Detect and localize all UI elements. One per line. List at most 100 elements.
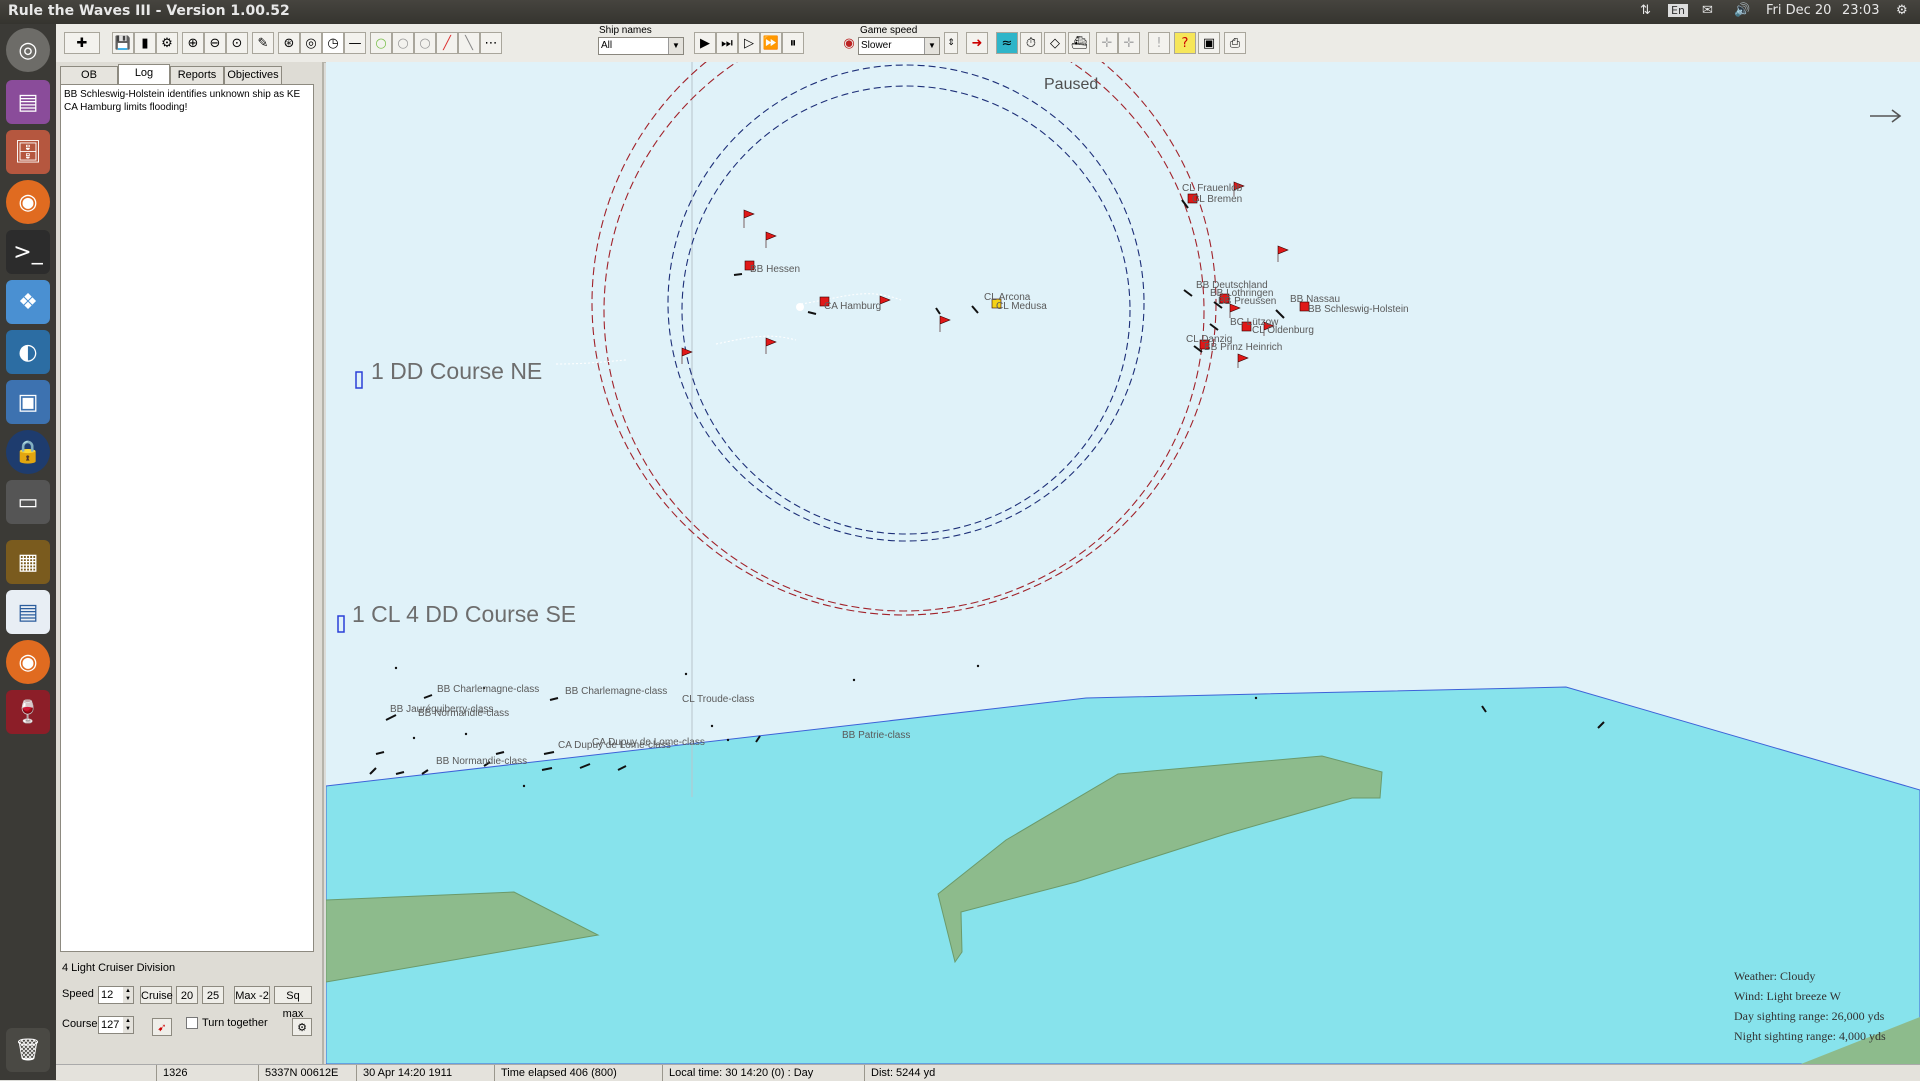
ship-flag[interactable] [681,347,693,364]
system-date[interactable]: Fri Dec 20 [1766,3,1831,18]
network-icon[interactable]: ⇅ [1640,3,1651,18]
compass-icon[interactable]: ◎ [300,32,322,54]
eraser-icon[interactable]: ◇ [1044,32,1066,54]
paused-indicator: Paused [1044,76,1099,93]
help-icon[interactable]: ? [1174,32,1196,54]
virtualbox-icon[interactable]: ▣ [6,380,50,424]
turn-together-checkbox[interactable] [186,1017,198,1029]
ship-names-select[interactable]: All ▼ [598,37,684,55]
ship-flag[interactable] [1277,245,1289,262]
zoom-in-icon[interactable]: ⊕ [182,32,204,54]
tab-log[interactable]: Log [118,64,170,85]
line-icon[interactable]: — [344,32,366,54]
ship-flag[interactable] [765,231,777,248]
clock-icon[interactable]: ◷ [322,32,344,54]
circle-icon[interactable]: ○ [414,32,436,54]
dosbox-icon[interactable]: ▦ [6,540,50,584]
course-stepper[interactable]: 127 ▲ ▼ [98,1016,134,1034]
ship-silhouettes [369,199,1605,775]
fast-forward-icon[interactable]: ⏩ [760,32,782,54]
course-pointer-icon[interactable]: ➹ [152,1018,172,1036]
terminal-icon[interactable]: >_ [6,230,50,274]
ship-label: BB Preussen [1218,296,1276,307]
save-icon[interactable]: 💾 [112,32,134,54]
ship-flag[interactable] [939,315,951,332]
gear-icon[interactable]: ⚙ [1896,3,1908,18]
keyboard-language[interactable]: En [1668,4,1688,17]
ship-icon[interactable]: ⛴ [1068,32,1090,54]
enemy-label: CA Dupuy de Lome-class [592,737,705,748]
step-icon[interactable]: ▷ [738,32,760,54]
enemy-label: CL Troude-class [682,694,754,705]
battle-map[interactable]: CL Frauenlob CL Bremen BB Hessen CA Hamb… [326,62,1920,1064]
book-icon[interactable]: ▮ [134,32,156,54]
firefox-icon[interactable]: ◉ [6,640,50,684]
tab-objectives[interactable]: Objectives [224,66,282,84]
brush-icon[interactable]: ✎ [252,32,274,54]
shell-splash [796,303,804,311]
diagonal-icon[interactable]: ╲ [458,32,480,54]
ship-flag[interactable] [743,209,755,228]
target-icon[interactable]: ◉ [838,32,860,54]
game-speed-select[interactable]: Slower ▼ [858,37,940,55]
crosshair-icon[interactable]: ✛ [1096,32,1118,54]
formation-gear-icon[interactable]: ⚙ [292,1018,312,1036]
lock-icon[interactable]: ⊛ [278,32,300,54]
group-marker[interactable] [355,371,363,389]
pause-icon[interactable]: ⏸ [782,32,804,54]
printer-icon[interactable]: ⎙ [1224,32,1246,54]
windows-app-icon[interactable]: ❖ [6,280,50,324]
ship-label: CA Hamburg [824,301,881,312]
speed-stepper[interactable]: 12 ▲ ▼ [98,986,134,1004]
system-top-bar: Rule the Waves III - Version 1.00.52 ⇅ E… [0,0,1920,24]
window-icon[interactable]: ▭ [6,480,50,524]
files-icon[interactable]: 🗄 [6,130,50,174]
firefox-icon[interactable]: ◉ [6,180,50,224]
trash-icon[interactable]: 🗑 [6,1028,50,1072]
zoom-fit-icon[interactable]: ⊙ [226,32,248,54]
chevron-down-icon: ▼ [668,38,683,54]
writer-icon[interactable]: ▤ [6,590,50,634]
tab-reports[interactable]: Reports [170,66,224,84]
camera-icon[interactable]: ▣ [1198,32,1220,54]
steam-icon[interactable]: ◐ [6,330,50,374]
mail-icon[interactable]: ✉ [1702,3,1713,18]
ship-flag[interactable] [765,337,777,354]
circle-green-icon[interactable]: ○ [370,32,392,54]
squadron-max-button[interactable]: Sq max [274,986,312,1020]
weather-text: Weather: Cloudy [1734,969,1816,983]
wine-icon[interactable]: 🍷 [6,690,50,734]
system-clock[interactable]: 23:03 [1842,3,1879,18]
group-marker[interactable] [337,615,345,633]
speed-20-button[interactable]: 20 [176,986,198,1004]
cruise-button[interactable]: Cruise [140,986,173,1004]
app-icon[interactable]: ▤ [6,80,50,124]
max-minus-2-button[interactable]: Max -2 [234,986,270,1004]
log-panel[interactable]: BB Schleswig-Holstein identifies unknown… [60,84,314,952]
status-position: 5337N 00612E [258,1065,338,1081]
speed-updown-icon[interactable]: ⇕ [944,32,958,54]
ship-flag[interactable] [879,295,891,310]
ship-flag[interactable] [1237,353,1249,368]
zoom-out-icon[interactable]: ⊖ [204,32,226,54]
red-arrow-icon[interactable]: ➜ [966,32,988,54]
enemy-label: BB Normandie-class [436,756,527,767]
settings-icon[interactable]: ⚙ [156,32,178,54]
tab-ob[interactable]: OB [60,66,118,84]
dots-icon[interactable]: ⋯ [480,32,502,54]
flag-icon[interactable]: ✚ [64,32,100,54]
lock-icon[interactable]: 🔒 [6,430,50,474]
exclamation-icon[interactable]: ! [1148,32,1170,54]
red-line-icon[interactable]: ╱ [436,32,458,54]
step-icon[interactable]: ⏭ [716,32,738,54]
circle-icon[interactable]: ○ [392,32,414,54]
volume-icon[interactable]: 🔊 [1734,3,1750,18]
side-panel: OB Log Reports Objectives BB Schleswig-H… [56,62,324,1064]
sea-view-icon[interactable]: ≈ [996,32,1018,54]
dash-icon[interactable]: ◎ [6,28,50,72]
speed-25-button[interactable]: 25 [202,986,224,1004]
day-sighting-text: Day sighting range: 26,000 yds [1734,1009,1885,1023]
stopwatch-icon[interactable]: ⏱ [1020,32,1042,54]
play-icon[interactable]: ▶ [694,32,716,54]
crosshair-plus-icon[interactable]: ✛ [1118,32,1140,54]
